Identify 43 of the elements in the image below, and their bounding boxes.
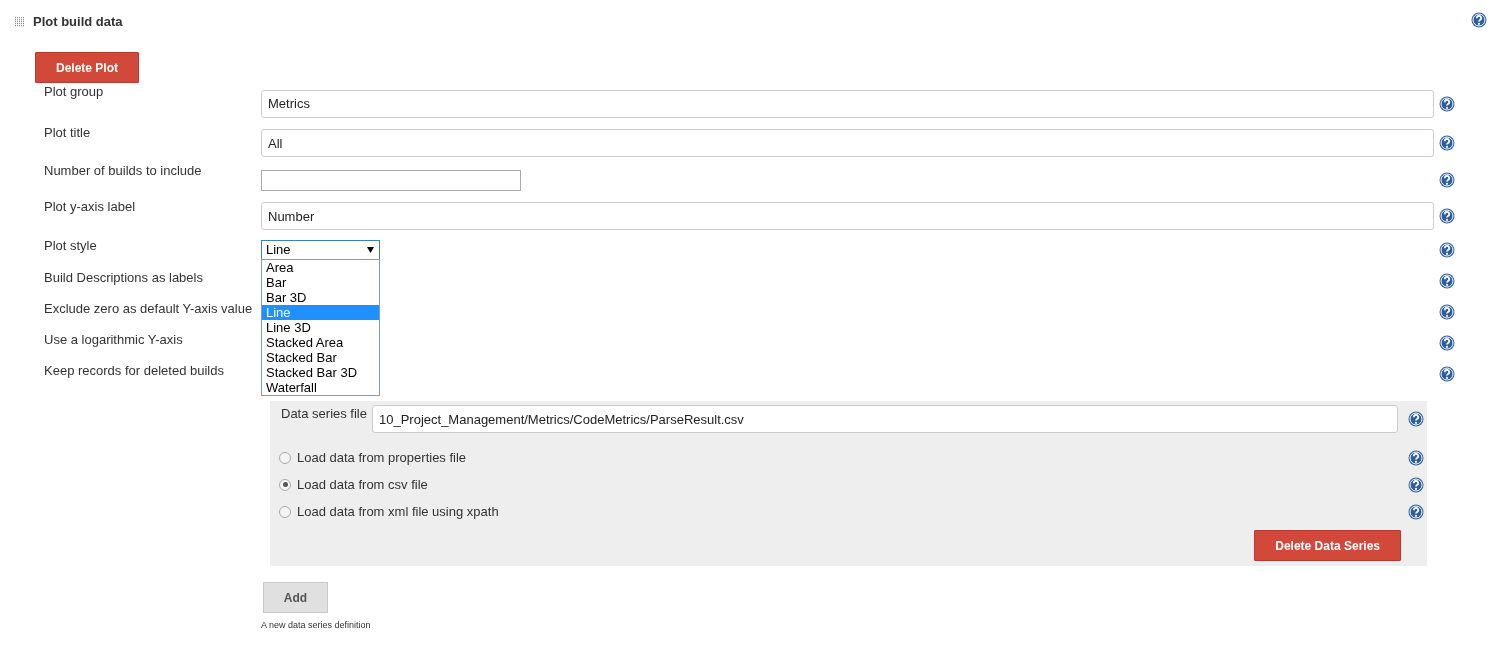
delete-plot-button[interactable]: Delete Plot (35, 52, 139, 83)
field-label: Use a logarithmic Y-axis (44, 331, 184, 347)
help-icon[interactable] (1439, 303, 1455, 320)
delete-data-series-button[interactable]: Delete Data Series (1254, 530, 1401, 561)
field-label: Plot style (44, 237, 98, 253)
field-label: Plot y-axis label (44, 198, 137, 214)
radio-button[interactable] (279, 478, 291, 491)
help-icon[interactable] (1408, 449, 1424, 466)
help-icon[interactable] (1439, 241, 1455, 258)
help-icon[interactable] (1408, 411, 1424, 427)
help-icon[interactable] (1439, 172, 1455, 188)
help-icon[interactable] (1439, 365, 1455, 382)
radio-label: Load data from xml file using xpath (297, 504, 500, 519)
section-title: Plot build data (33, 13, 123, 29)
field-label: Number of builds to include (44, 162, 203, 178)
add-button[interactable]: Add (263, 582, 328, 613)
radio-label: Load data from csv file (297, 477, 429, 492)
help-icon[interactable] (1439, 272, 1455, 289)
drag-handle-icon[interactable] (14, 15, 25, 27)
radio-button[interactable] (279, 451, 291, 464)
help-icon[interactable] (1471, 12, 1487, 28)
field-label: Plot group (44, 83, 105, 99)
help-icon[interactable] (1439, 334, 1455, 351)
field-label: Data series file (281, 405, 367, 421)
field-label: Plot title (44, 124, 92, 140)
radio-label: Load data from properties file (297, 450, 468, 465)
field-label: Build Descriptions as labels (44, 269, 204, 285)
text-field[interactable] (261, 169, 521, 191)
caret-icon (367, 246, 374, 253)
help-icon[interactable] (1439, 95, 1455, 112)
radio-button[interactable] (279, 505, 291, 518)
field-label: Exclude zero as default Y-axis value (44, 300, 254, 316)
text-field[interactable]: All (261, 129, 1434, 157)
help-icon[interactable] (1439, 135, 1455, 151)
help-icon[interactable] (1439, 208, 1455, 224)
help-icon[interactable] (1408, 503, 1424, 520)
text-field[interactable]: Metrics (261, 89, 1434, 118)
help-note: A new data series definition (261, 620, 371, 630)
text-field[interactable]: 10_Project_Management/Metrics/CodeMetrics/ParseResult.csv (372, 405, 1398, 433)
plot-style-dropdown[interactable]: Line (261, 239, 380, 260)
text-field[interactable]: Number (261, 202, 1434, 230)
field-label: Keep records for deleted builds (44, 362, 225, 378)
help-icon[interactable] (1408, 476, 1424, 493)
